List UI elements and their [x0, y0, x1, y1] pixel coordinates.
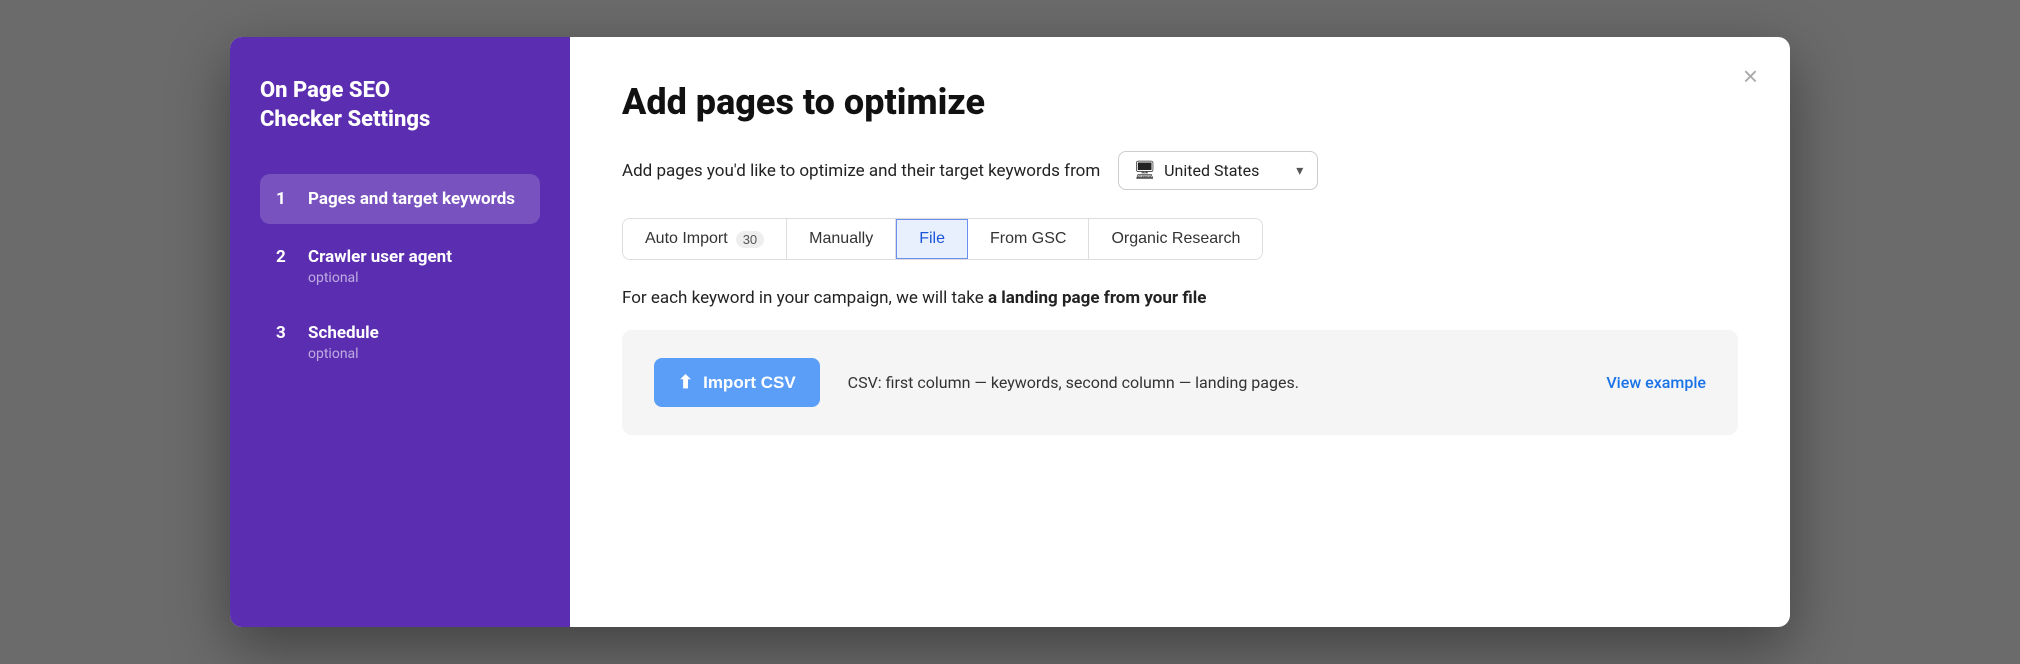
description-text-before: For each keyword in your campaign, we wi…	[622, 288, 988, 308]
tab-auto-import[interactable]: Auto Import 30	[623, 219, 787, 259]
tab-auto-import-badge: 30	[736, 231, 764, 248]
sidebar-item-text-1: Pages and target keywords	[308, 188, 515, 210]
tab-from-gsc-label: From GSC	[990, 230, 1066, 248]
monitor-icon: 🖥	[1133, 160, 1156, 181]
modal-overlay: On Page SEOChecker Settings 1 Pages and …	[0, 0, 2020, 664]
subtitle-text: Add pages you'd like to optimize and the…	[622, 161, 1100, 181]
country-select[interactable]: 🖥 United States ▾	[1118, 151, 1318, 190]
tab-manually-label: Manually	[809, 230, 873, 248]
tab-file[interactable]: File	[896, 219, 968, 259]
sidebar-item-schedule[interactable]: 3 Schedule optional	[260, 308, 540, 376]
description-bold: a landing page from your file	[988, 288, 1206, 308]
sidebar-item-label-1: Pages and target keywords	[308, 188, 515, 210]
tab-organic-research-label: Organic Research	[1111, 230, 1240, 248]
country-label: United States	[1164, 161, 1259, 180]
sidebar-item-number-3: 3	[276, 322, 294, 343]
modal-title: Add pages to optimize	[622, 81, 1738, 123]
import-csv-button[interactable]: ⬆ Import CSV	[654, 358, 820, 407]
import-description: CSV: first column — keywords, second col…	[848, 370, 1579, 396]
upload-icon: ⬆	[678, 372, 693, 393]
subtitle-row: Add pages you'd like to optimize and the…	[622, 151, 1738, 190]
sidebar-item-sublabel-3: optional	[308, 346, 379, 362]
sidebar-item-crawler[interactable]: 2 Crawler user agent optional	[260, 232, 540, 300]
close-button[interactable]: ×	[1739, 59, 1762, 93]
sidebar-item-text-2: Crawler user agent optional	[308, 246, 452, 286]
sidebar-item-number-1: 1	[276, 188, 294, 209]
tab-auto-import-label: Auto Import	[645, 230, 728, 248]
tab-manually[interactable]: Manually	[787, 219, 896, 259]
tab-from-gsc[interactable]: From GSC	[968, 219, 1089, 259]
tab-file-label: File	[919, 230, 945, 248]
import-btn-label: Import CSV	[703, 373, 796, 393]
sidebar-item-label-2: Crawler user agent	[308, 246, 452, 268]
sidebar-item-number-2: 2	[276, 246, 294, 267]
tabs-row: Auto Import 30 Manually File From GSC Or…	[622, 218, 1263, 260]
sidebar-title: On Page SEOChecker Settings	[260, 77, 540, 134]
sidebar-item-text-3: Schedule optional	[308, 322, 379, 362]
import-box: ⬆ Import CSV CSV: first column — keyword…	[622, 330, 1738, 435]
tab-organic-research[interactable]: Organic Research	[1089, 219, 1262, 259]
sidebar-item-label-3: Schedule	[308, 322, 379, 344]
sidebar-item-sublabel-2: optional	[308, 270, 452, 286]
chevron-down-icon: ▾	[1296, 163, 1303, 179]
main-content: × Add pages to optimize Add pages you'd …	[570, 37, 1790, 627]
description: For each keyword in your campaign, we wi…	[622, 288, 1738, 308]
view-example-link[interactable]: View example	[1606, 373, 1706, 392]
sidebar: On Page SEOChecker Settings 1 Pages and …	[230, 37, 570, 627]
sidebar-item-pages[interactable]: 1 Pages and target keywords	[260, 174, 540, 224]
modal: On Page SEOChecker Settings 1 Pages and …	[230, 37, 1790, 627]
